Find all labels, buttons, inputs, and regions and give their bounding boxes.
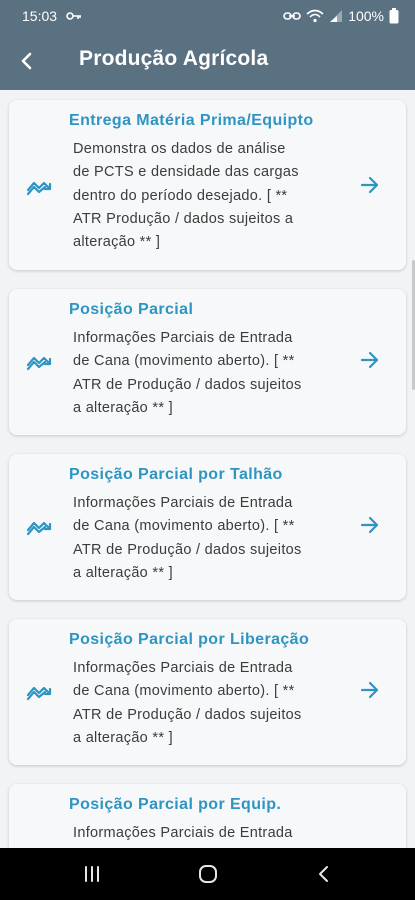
arrow-left-icon — [21, 52, 32, 70]
battery-percent: 100% — [348, 8, 384, 24]
description-line: Demonstra os dados de análise — [73, 141, 286, 157]
arrow-right-icon — [360, 516, 379, 534]
description-line: dentro do período desejado. [ ** — [73, 187, 288, 204]
description-line: ATR de Produção / dados sujeitos — [73, 541, 302, 558]
back-icon — [319, 866, 328, 882]
battery-icon — [389, 8, 399, 24]
description-line: Informações Parciais de Entrada — [73, 660, 293, 676]
description-line: Informações Parciais de Entrada — [73, 825, 293, 841]
report-card-posicao-parcial[interactable]: Posição Parcial Informações Parciais de … — [9, 289, 406, 435]
wifi-icon — [306, 9, 324, 23]
system-nav-bar — [0, 848, 415, 900]
arrow-right-icon — [360, 351, 379, 369]
card-title: Posição Parcial — [69, 301, 194, 318]
home-icon — [199, 865, 217, 883]
description-line: de Cana (movimento aberto). [ ** — [73, 518, 295, 535]
card-title: Posição Parcial por Equip. — [69, 796, 282, 813]
card-title: Posição Parcial por Talhão — [69, 466, 283, 483]
signal-icon — [330, 10, 343, 22]
card-description: Informações Parciais de Entrada de Cana … — [73, 327, 353, 420]
report-card-posicao-parcial-talhao[interactable]: Posição Parcial por Talhão Informações P… — [9, 454, 406, 600]
status-icons: 100% — [283, 8, 399, 24]
report-card-entrega-materia-prima[interactable]: Entrega Matéria Prima/Equipto Demonstra … — [9, 100, 406, 270]
status-time: 15:03 — [22, 8, 58, 24]
description-line: ATR de Produção / dados sujeitos — [73, 376, 302, 393]
chart-trend-icon — [26, 521, 52, 536]
page-title: Produção Agrícola — [79, 47, 269, 70]
report-card-posicao-parcial-equip[interactable]: Posição Parcial por Equip. Informações P… — [9, 784, 406, 848]
arrow-right-icon — [360, 176, 379, 194]
chart-trend-icon — [26, 181, 52, 196]
description-line: de Cana (movimento aberto). [ ** — [73, 353, 295, 370]
card-title: Posição Parcial por Liberação — [69, 631, 310, 648]
report-list: Entrega Matéria Prima/Equipto Demonstra … — [0, 90, 415, 848]
description-line: de PCTS e densidade das cargas — [73, 164, 299, 181]
home-button[interactable] — [193, 861, 223, 887]
card-description: Informações Parciais de Entrada — [73, 822, 353, 845]
description-line: de Cana (movimento aberto). [ ** — [73, 683, 295, 700]
chart-trend-icon — [26, 356, 52, 371]
description-line: Informações Parciais de Entrada — [73, 330, 293, 346]
link-icon — [283, 12, 301, 20]
card-description: Informações Parciais de Entrada de Cana … — [73, 492, 353, 585]
card-description: Demonstra os dados de análise de PCTS e … — [73, 138, 353, 254]
back-button[interactable] — [10, 44, 44, 78]
app-bar: Produção Agrícola — [0, 32, 415, 90]
nav-back-button[interactable] — [309, 861, 339, 887]
card-description: Informações Parciais de Entrada de Cana … — [73, 657, 353, 750]
description-line: a alteração ** ] — [73, 729, 173, 746]
key-icon — [66, 12, 81, 20]
description-line: ATR de Produção / dados sujeitos — [73, 706, 302, 723]
description-line: ATR Produção / dados sujeitos a — [73, 210, 294, 227]
recent-apps-button[interactable] — [77, 861, 107, 887]
status-bar: 15:03 100% — [0, 0, 415, 32]
description-line: a alteração ** ] — [73, 399, 173, 416]
card-title: Entrega Matéria Prima/Equipto — [69, 112, 314, 129]
description-line: a alteração ** ] — [73, 564, 173, 581]
arrow-right-icon — [360, 681, 379, 699]
recent-apps-icon — [85, 866, 99, 882]
description-line: Informações Parciais de Entrada — [73, 495, 293, 511]
report-card-posicao-parcial-liberacao[interactable]: Posição Parcial por Liberação Informaçõe… — [9, 619, 406, 765]
description-line: alteração ** ] — [73, 234, 161, 251]
chart-trend-icon — [26, 686, 52, 701]
